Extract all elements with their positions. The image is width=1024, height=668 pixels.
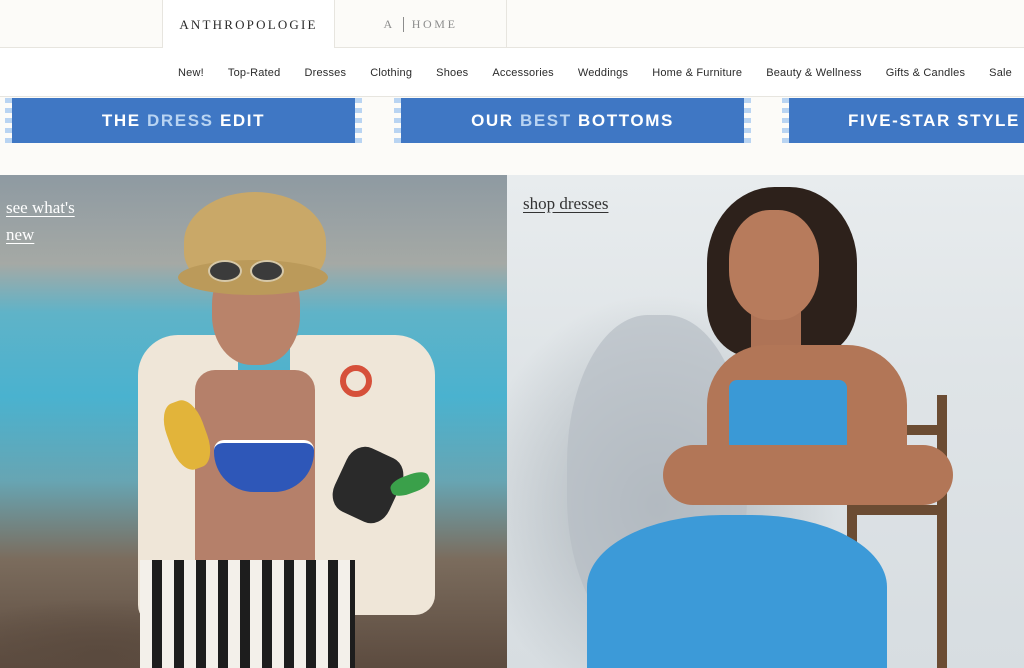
- logo-divider: [402, 16, 404, 32]
- model-image-part: [208, 260, 288, 285]
- see-whats-new-link[interactable]: see what's new: [6, 194, 96, 248]
- promo-accent: DRESS: [147, 110, 214, 130]
- shop-dresses-link[interactable]: shop dresses: [523, 194, 608, 214]
- model-image-part: [663, 445, 953, 505]
- nav-item-accessories[interactable]: Accessories: [492, 67, 554, 79]
- brand-bar: ANTHROPOLOGIE A HOME: [0, 0, 1024, 49]
- main-nav: New! Top-Rated Dresses Clothing Shoes Ac…: [0, 48, 1024, 97]
- hero-new-arrivals[interactable]: see what's new: [0, 175, 507, 668]
- promo-text: OUR: [471, 110, 514, 130]
- nav-item-top-rated[interactable]: Top-Rated: [228, 67, 281, 79]
- nav-item-beauty-wellness[interactable]: Beauty & Wellness: [766, 67, 862, 79]
- nav-item-clothing[interactable]: Clothing: [370, 67, 412, 79]
- promo-text: BOTTOMS: [578, 110, 674, 130]
- nav-item-home-furniture[interactable]: Home & Furniture: [652, 67, 742, 79]
- nav-item-shoes[interactable]: Shoes: [436, 67, 468, 79]
- promo-text: THE: [101, 110, 141, 130]
- model-image-part: [340, 365, 372, 397]
- nav-item-new[interactable]: New!: [178, 67, 204, 79]
- nav-item-sale[interactable]: Sale: [989, 67, 1012, 79]
- promo-dress-edit[interactable]: THE DRESS EDIT: [5, 98, 362, 143]
- brand-tab-home[interactable]: A HOME: [335, 0, 507, 48]
- brand-tab-anthropologie[interactable]: ANTHROPOLOGIE: [162, 0, 335, 49]
- promo-text: FIVE-STAR STYLE: [848, 110, 1020, 130]
- model-image-part: [729, 210, 819, 320]
- nav-item-weddings[interactable]: Weddings: [578, 67, 628, 79]
- home-logo-prefix: A: [383, 16, 395, 31]
- hero-dresses[interactable]: shop dresses: [507, 175, 1024, 668]
- model-image-part: [587, 515, 887, 668]
- nav-item-gifts-candles[interactable]: Gifts & Candles: [886, 67, 965, 79]
- model-image-part: [852, 505, 942, 515]
- promo-best-bottoms[interactable]: OUR BEST BOTTOMS: [394, 98, 751, 143]
- promo-strip: THE DRESS EDIT OUR BEST BOTTOMS FIVE-STA…: [0, 98, 1024, 143]
- promo-text: EDIT: [219, 110, 266, 130]
- promo-five-star-style[interactable]: FIVE-STAR STYLE: [782, 98, 1024, 143]
- model-image-part: [140, 560, 355, 668]
- nav-item-dresses[interactable]: Dresses: [304, 67, 346, 79]
- anthropologie-logo: ANTHROPOLOGIE: [179, 16, 318, 32]
- promo-accent: BEST: [519, 110, 572, 130]
- home-logo-label: HOME: [411, 16, 458, 31]
